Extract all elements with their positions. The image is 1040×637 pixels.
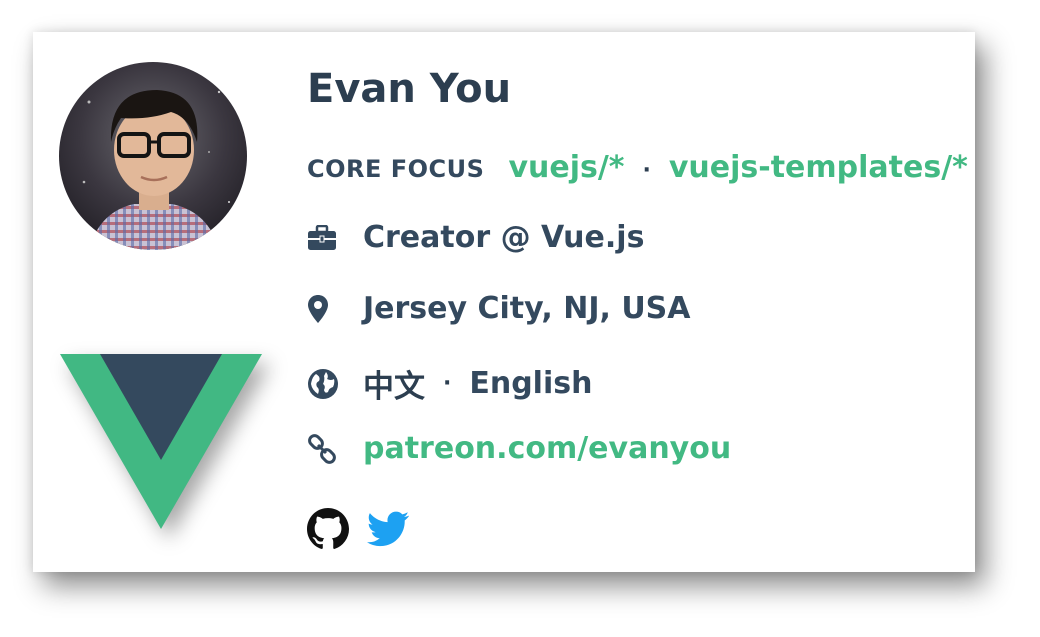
social-links [307,508,427,550]
profile-name: Evan You [307,66,512,112]
map-marker-icon [307,292,341,326]
stage: Evan You CORE FOCUS vuejs/* · vuejs-temp… [0,0,1040,637]
role-text: Creator @ Vue.js [363,220,645,255]
avatar [59,62,247,250]
globe-icon [307,367,341,401]
link-icon [307,432,341,466]
core-focus-link-vuejs-templates[interactable]: vuejs-templates/* [669,150,968,185]
profile-card: Evan You CORE FOCUS vuejs/* · vuejs-temp… [33,32,975,572]
briefcase-icon [307,221,341,255]
role-row: Creator @ Vue.js [307,220,644,255]
core-focus-label: CORE FOCUS [307,155,485,183]
website-row: patreon.com/evanyou [307,431,731,466]
separator-dot: · [642,158,651,183]
core-focus-link-vuejs[interactable]: vuejs/* [508,150,624,185]
twitter-icon[interactable] [367,511,409,547]
languages-row: 中文 · English [307,361,592,406]
language-chinese: 中文 [363,369,425,405]
separator-dot: · [443,371,452,396]
location-row: Jersey City, NJ, USA [307,291,691,326]
website-link[interactable]: patreon.com/evanyou [363,431,731,466]
language-english: English [469,366,593,401]
core-focus-row: CORE FOCUS vuejs/* · vuejs-templates/* [307,150,968,185]
github-icon[interactable] [307,508,349,550]
location-text: Jersey City, NJ, USA [363,291,691,326]
vue-logo [60,354,262,533]
